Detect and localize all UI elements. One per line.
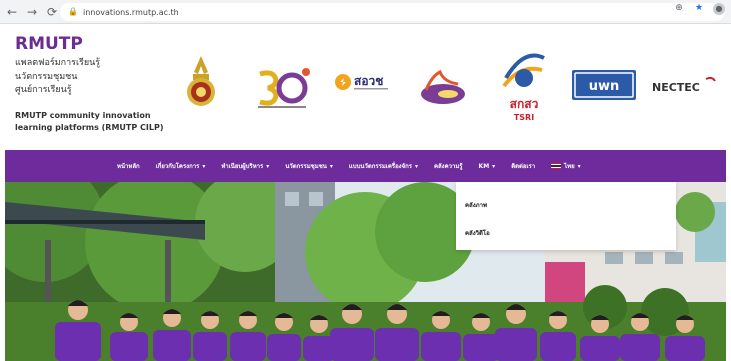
brand-line: นวัตกรรมชุมชน: [15, 71, 78, 82]
nav-item-community-innovation[interactable]: นวัตกรรมชุมชน ▾: [285, 161, 333, 171]
chevron-down-icon: ▾: [492, 162, 496, 170]
forward-arrow-icon[interactable]: →: [24, 4, 40, 20]
bwn-logo[interactable]: uwn: [572, 70, 636, 100]
vru-logo[interactable]: [418, 68, 468, 108]
back-arrow-icon[interactable]: ←: [4, 4, 20, 20]
sorsor-logo[interactable]: สอวช: [334, 70, 390, 94]
svg-text:TSRI: TSRI: [514, 113, 534, 122]
nav-item-label: หน้าหลัก: [117, 163, 140, 170]
lock-icon[interactable]: 🔒: [68, 7, 78, 17]
nav-item-label: เกี่ยวกับโครงการ: [155, 163, 200, 170]
svg-text:สอวช: สอวช: [354, 74, 383, 88]
zoom-icon[interactable]: ⊕: [673, 3, 685, 15]
nav-item-about[interactable]: เกี่ยวกับโครงการ ▾: [156, 161, 206, 171]
nav-item-label: คลังความรู้: [433, 163, 463, 170]
nav-item-machine-innovation[interactable]: แบบนวัตกรรมเครื่องจักร ▾: [349, 161, 418, 171]
tsri-logo[interactable]: สกสว TSRI: [500, 48, 548, 124]
brand-block: RMUTP แพลตฟอร์มการเรียนรู้ นวัตกรรมชุมชน…: [15, 34, 185, 134]
site-header: RMUTP แพลตฟอร์มการเรียนรู้ นวัตกรรมชุมชน…: [0, 24, 731, 150]
nav-item-label: ทำเนียบผู้บริหาร: [221, 163, 264, 170]
brand-english-line: learning platforms (RMUTP CILP): [15, 122, 164, 132]
30-anniversary-logo[interactable]: [254, 66, 310, 110]
chevron-down-icon: ▾: [414, 162, 418, 170]
reload-icon[interactable]: ⟳: [44, 4, 60, 20]
nav-item-label: ไทย: [564, 163, 575, 170]
chevron-down-icon: ▾: [577, 162, 581, 170]
address-bar[interactable]: 🔒 innovations.rmutp.ac.th: [60, 3, 725, 21]
svg-text:สกสว: สกสว: [510, 97, 539, 111]
profile-icon[interactable]: ●: [713, 3, 725, 15]
nav-item-contact[interactable]: ติดต่อเรา: [511, 161, 535, 171]
dropdown-item-videos[interactable]: คลังวิดีโอ: [465, 228, 490, 238]
star-icon[interactable]: ★: [693, 3, 705, 15]
km-dropdown: คลังภาพ คลังวิดีโอ: [456, 182, 676, 250]
nav-item-directory[interactable]: ทำเนียบผู้บริหาร ▾: [221, 161, 269, 171]
thai-flag-icon: [551, 163, 562, 169]
nav-item-label: ติดต่อเรา: [511, 163, 536, 170]
brand-english: RMUTP community innovation learning plat…: [15, 110, 185, 134]
url-text[interactable]: innovations.rmutp.ac.th: [83, 8, 179, 17]
nav-item-knowledge-base[interactable]: คลังความรู้: [434, 161, 463, 171]
svg-text:NECTEC: NECTEC: [652, 81, 700, 94]
nav-item-km[interactable]: KM ▾: [479, 163, 496, 170]
brand-line: ศูนย์การเรียนรู้: [15, 85, 72, 95]
rmutp-emblem-logo[interactable]: [184, 54, 218, 110]
browser-toolbar: ← → ⟳ 🔒 innovations.rmutp.ac.th ⊕ ★ ●: [0, 0, 731, 24]
chevron-down-icon: ▾: [329, 162, 333, 170]
nectec-logo[interactable]: NECTEC: [652, 76, 716, 98]
brand-line: แพลตฟอร์มการเรียนรู้: [15, 58, 101, 68]
brand-english-line: RMUTP community innovation: [15, 110, 151, 120]
nav-item-home[interactable]: หน้าหลัก: [117, 161, 140, 171]
chevron-down-icon: ▾: [202, 162, 206, 170]
main-nav: หน้าหลัก เกี่ยวกับโครงการ ▾ ทำเนียบผู้บริ…: [5, 150, 726, 182]
nav-item-label: นวัตกรรมชุมชน: [285, 163, 327, 170]
nav-item-label: KM: [478, 162, 490, 170]
svg-text:uwn: uwn: [589, 79, 620, 94]
nav-item-language[interactable]: ไทย ▾: [551, 161, 581, 171]
nav-item-label: แบบนวัตกรรมเครื่องจักร: [348, 163, 412, 170]
brand-subtitle: แพลตฟอร์มการเรียนรู้ นวัตกรรมชุมชน ศูนย์…: [15, 57, 185, 98]
brand-title[interactable]: RMUTP: [15, 34, 185, 54]
chevron-down-icon: ▾: [266, 162, 270, 170]
dropdown-item-gallery[interactable]: คลังภาพ: [465, 200, 487, 210]
